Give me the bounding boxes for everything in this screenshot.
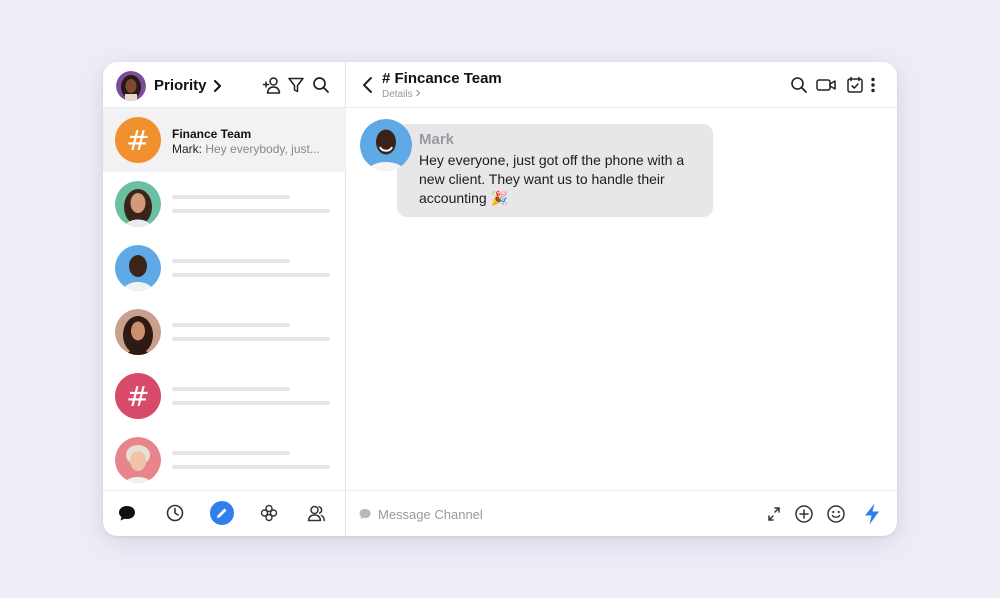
hash-icon: #: [126, 379, 150, 413]
conversation-item[interactable]: [103, 236, 346, 300]
compose-icon[interactable]: [210, 501, 234, 525]
filter-icon[interactable]: [286, 75, 306, 95]
chevron-right-icon: [213, 79, 221, 92]
conversation-item[interactable]: [103, 300, 346, 364]
conversation-preview: Mark: Hey everybody, just...: [172, 142, 320, 156]
emoji-icon[interactable]: [825, 503, 847, 525]
skeleton-line: [172, 195, 290, 199]
priority-label: Priority: [154, 77, 207, 94]
details-label: Details: [382, 89, 413, 100]
inbox-filter-dropdown[interactable]: Priority: [154, 77, 222, 94]
conversation-name: Finance Team: [172, 127, 252, 141]
sender-avatar[interactable]: [360, 119, 412, 171]
user-avatar[interactable]: [116, 71, 146, 101]
avatar: [115, 181, 161, 227]
preview-text: Hey everybody, just...: [205, 142, 320, 156]
search-icon[interactable]: [311, 75, 331, 95]
skeleton-line: [172, 273, 330, 277]
chat-icon[interactable]: [115, 501, 139, 525]
avatar: [115, 245, 161, 291]
skeleton-line: [172, 401, 330, 405]
skeleton-line: [172, 387, 290, 391]
message-bubble[interactable]: Mark Hey everyone, just got off the phon…: [397, 124, 713, 217]
hash-icon: #: [126, 123, 150, 157]
message-icon: [359, 509, 371, 519]
chevron-right-icon: [416, 89, 421, 97]
preview-sender: Mark:: [172, 142, 202, 156]
channel-title: # Fincance Team: [382, 70, 502, 87]
skeleton-line: [172, 209, 330, 213]
skeleton-line: [172, 323, 290, 327]
avatar: [115, 437, 161, 483]
video-icon[interactable]: [815, 75, 837, 95]
channel-avatar: #: [115, 117, 161, 163]
apps-icon[interactable]: [257, 501, 281, 525]
skeleton-line: [172, 451, 290, 455]
sidebar: Priority # Finance Team Mark: Hey everyb…: [103, 62, 346, 536]
skeleton-line: [172, 465, 330, 469]
avatar: [115, 309, 161, 355]
app-window: Priority # Finance Team Mark: Hey everyb…: [103, 62, 897, 536]
sidebar-header: Priority: [103, 62, 346, 108]
message-input[interactable]: Message Channel: [378, 507, 483, 522]
more-icon[interactable]: [868, 75, 878, 95]
skeleton-line: [172, 337, 330, 341]
contacts-icon[interactable]: [304, 501, 328, 525]
expand-icon[interactable]: [765, 503, 783, 525]
clock-icon[interactable]: [163, 501, 187, 525]
skeleton-line: [172, 259, 290, 263]
conversation-item[interactable]: [103, 428, 346, 492]
channel-details-link[interactable]: Details: [382, 89, 421, 100]
channel-header: # Fincance Team Details: [346, 62, 897, 108]
conversation-item-finance-team[interactable]: # Finance Team Mark: Hey everybody, just…: [103, 108, 346, 172]
channel-avatar: #: [115, 373, 161, 419]
tasks-icon[interactable]: [845, 75, 865, 95]
message-composer: Message Channel: [346, 490, 897, 536]
lightning-icon[interactable]: [862, 502, 882, 526]
back-icon[interactable]: [360, 75, 376, 95]
message-sender: Mark: [419, 131, 455, 148]
channel-panel: # Fincance Team Details Mark Hey everyon…: [346, 62, 897, 536]
message-text: Hey everyone, just got off the phone wit…: [419, 152, 685, 206]
plus-icon[interactable]: [793, 503, 815, 525]
conversation-item[interactable]: [103, 172, 346, 236]
conversation-item[interactable]: #: [103, 364, 346, 428]
bottom-nav: [103, 490, 346, 536]
add-user-icon[interactable]: [262, 75, 282, 95]
search-icon[interactable]: [789, 75, 809, 95]
